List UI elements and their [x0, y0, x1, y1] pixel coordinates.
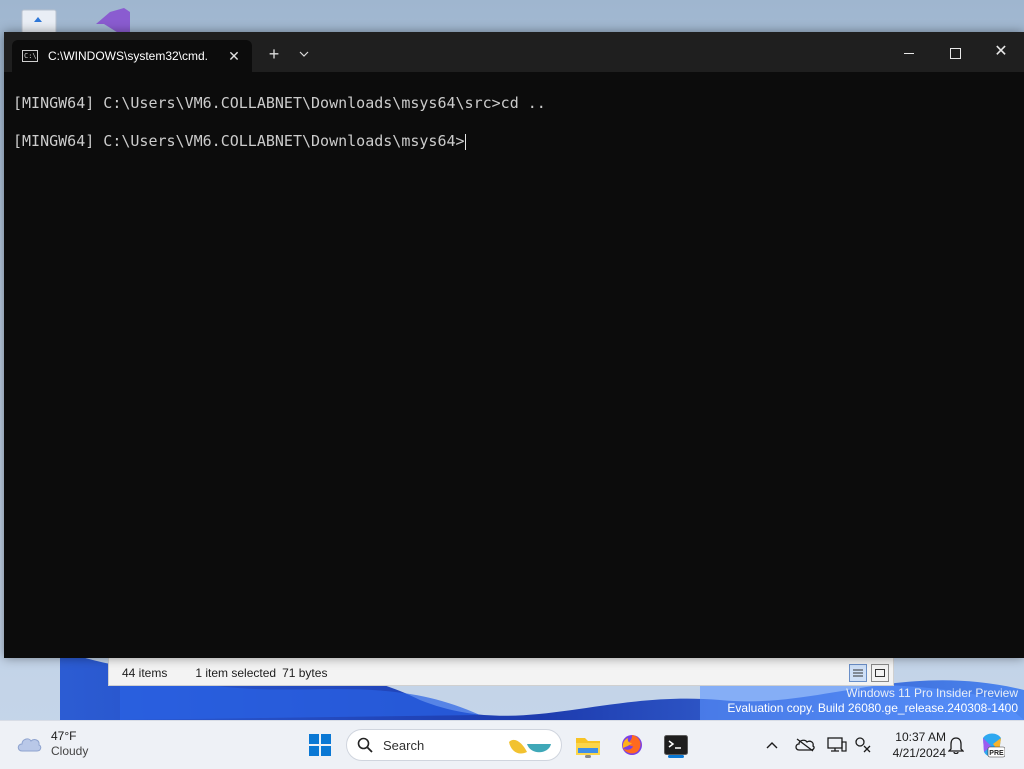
visual-studio-icon[interactable]: [90, 4, 134, 34]
copilot-badge: PRE: [989, 750, 1004, 757]
prompt-text: [MINGW64] C:\Users\VM6.COLLABNET\Downloa…: [13, 132, 465, 150]
cmd-icon: C:\: [22, 50, 38, 62]
console-output[interactable]: [MINGW64] C:\Users\VM6.COLLABNET\Downloa…: [13, 94, 1016, 151]
large-icons-view-button[interactable]: [871, 664, 889, 682]
recycle-bin-icon[interactable]: [18, 4, 62, 34]
weather-temperature: 47°F: [51, 729, 77, 743]
bell-icon[interactable]: [946, 734, 966, 756]
windows-watermark: Windows 11 Pro Insider Preview Evaluatio…: [727, 686, 1018, 716]
display-icon[interactable]: [826, 734, 848, 756]
tab-dropdown-button[interactable]: [292, 42, 316, 66]
weather-widget[interactable]: 47°F Cloudy: [16, 729, 88, 759]
file-explorer-taskbar-button[interactable]: [572, 729, 604, 761]
taskbar-clock[interactable]: 10:37 AM 4/21/2024: [878, 729, 946, 761]
firefox-taskbar-button[interactable]: [616, 729, 648, 761]
tab-close-button[interactable]: ✕: [222, 48, 246, 65]
cloud-off-icon[interactable]: [794, 734, 816, 756]
search-highlight-icon: [509, 739, 551, 754]
watermark-edition: Windows 11 Pro Insider Preview: [846, 686, 1018, 700]
taskbar: 47°F Cloudy Search 10:37 AM 4/21/2024 PR…: [0, 720, 1024, 769]
file-explorer-icon: [576, 738, 600, 755]
item-count: 44 items: [122, 666, 168, 680]
console-line: [MINGW64] C:\Users\VM6.COLLABNET\Downloa…: [13, 94, 546, 112]
explorer-status-bar: 44 items 1 item selected 71 bytes: [109, 661, 893, 685]
text-cursor: [464, 133, 466, 150]
taskbar-search[interactable]: Search: [346, 729, 562, 761]
windows-start-icon[interactable]: [309, 734, 331, 756]
chevron-down-icon: [299, 51, 309, 57]
tab-cmd[interactable]: C:\ C:\WINDOWS\system32\cmd. ✕: [12, 40, 252, 72]
terminal-window[interactable]: C:\ C:\WINDOWS\system32\cmd. ✕ + ✕ [MING…: [4, 32, 1024, 658]
search-placeholder: Search: [383, 737, 425, 753]
terminal-taskbar-button[interactable]: [660, 729, 692, 761]
copilot-icon[interactable]: PRE: [979, 732, 1005, 758]
tab-title: C:\WINDOWS\system32\cmd.: [48, 49, 209, 63]
weather-condition: Cloudy: [51, 744, 89, 758]
terminal-titlebar[interactable]: C:\ C:\WINDOWS\system32\cmd. ✕ + ✕: [4, 32, 1024, 72]
minimize-button[interactable]: [886, 32, 932, 72]
terminal-icon: [664, 735, 688, 755]
chevron-up-icon[interactable]: [763, 734, 781, 756]
search-icon: [357, 737, 373, 753]
selection-status: 1 item selected: [195, 666, 277, 680]
close-window-button[interactable]: ✕: [978, 32, 1024, 72]
selection-size: 71 bytes: [282, 666, 328, 680]
details-view-button[interactable]: [849, 664, 867, 682]
new-tab-button[interactable]: +: [262, 42, 286, 66]
firefox-icon: [622, 735, 642, 755]
clock-date: 4/21/2024: [892, 746, 946, 760]
cloud-icon: [17, 738, 42, 752]
console-prompt-line[interactable]: [MINGW64] C:\Users\VM6.COLLABNET\Downloa…: [13, 132, 1016, 151]
network-icon[interactable]: [852, 734, 874, 756]
watermark-build: Evaluation copy. Build 26080.ge_release.…: [727, 701, 1018, 715]
maximize-button[interactable]: [932, 32, 978, 72]
clock-time: 10:37 AM: [895, 730, 946, 744]
